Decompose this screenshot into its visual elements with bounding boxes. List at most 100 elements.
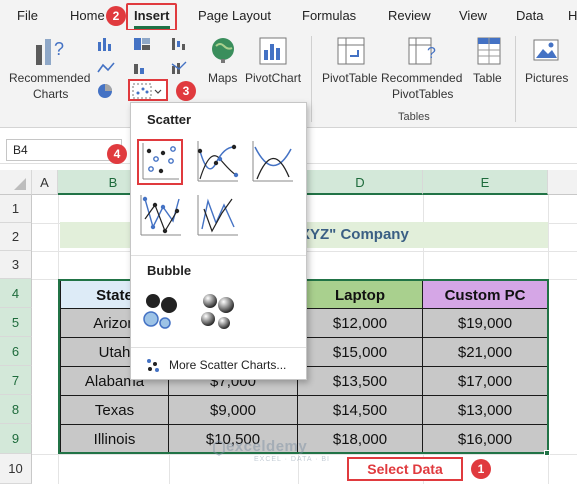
ribbon-tab-bar: File Home Insert Page Layout Formulas Re… <box>0 0 577 31</box>
tab-data[interactable]: Data <box>516 8 543 23</box>
svg-text:?: ? <box>427 45 436 62</box>
watermark: exceldemy <box>226 438 308 455</box>
tab-help[interactable]: He <box>568 8 577 23</box>
select-all-triangle-icon <box>14 178 26 190</box>
table-icon[interactable] <box>476 36 502 66</box>
scatter-markers-icon <box>142 143 179 180</box>
recommended-charts-label-2: Charts <box>33 87 69 101</box>
tab-view[interactable]: View <box>459 8 487 23</box>
tab-file[interactable]: File <box>17 8 38 23</box>
scatter-straight-lines-option[interactable] <box>194 193 240 239</box>
column-header-d[interactable]: D <box>298 170 423 195</box>
cell-custom-pc[interactable]: $17,000 <box>423 367 548 396</box>
cell-laptop[interactable]: $18,000 <box>298 425 423 454</box>
3d-bubble-option[interactable] <box>194 287 240 333</box>
select-all-corner[interactable] <box>0 170 32 195</box>
ribbon-separator-2 <box>515 36 516 122</box>
cell-custom-pc[interactable]: $21,000 <box>423 338 548 367</box>
more-scatter-charts-icon <box>147 359 159 372</box>
scatter-chart-icon <box>132 83 162 99</box>
row-header-6[interactable]: 6 <box>0 337 32 366</box>
maps-label: Maps <box>208 71 238 85</box>
tables-group-label: Tables <box>398 111 430 123</box>
cell-tablet[interactable]: $9,000 <box>169 396 298 425</box>
cell-laptop[interactable]: $15,000 <box>298 338 423 367</box>
scatter-markers-only-option[interactable] <box>137 139 183 185</box>
cell-laptop[interactable]: $12,000 <box>298 309 423 338</box>
fill-handle[interactable] <box>544 450 550 456</box>
row-header-8[interactable]: 8 <box>0 395 32 424</box>
header-custom-pc[interactable]: Custom PC <box>423 280 548 309</box>
exceldemy-logo-icon <box>213 440 225 456</box>
statistic-chart-icon[interactable] <box>132 60 156 76</box>
column-header-a[interactable]: A <box>32 170 58 195</box>
scatter-smooth-lines-option[interactable] <box>249 139 295 185</box>
active-tab-underline <box>134 26 170 29</box>
recommended-pivottables-label-1: Recommended <box>381 71 463 85</box>
row-header-5[interactable]: 5 <box>0 308 32 337</box>
tab-insert[interactable]: Insert <box>134 8 169 23</box>
tab-page-layout[interactable]: Page Layout <box>198 8 271 23</box>
cell-state[interactable]: Illinois <box>60 425 169 454</box>
combo-chart-icon[interactable] <box>170 60 194 76</box>
recommended-pivottables-label-2: PivotTables <box>392 87 454 101</box>
scatter-chart-dropdown: Scatter Bubble More Scatter Charts... <box>130 102 307 380</box>
watermark-tagline: EXCEL · DATA · BI <box>254 456 330 463</box>
cell-state[interactable]: Texas <box>60 396 169 425</box>
step-1-badge: 1 <box>471 459 491 479</box>
tab-formulas[interactable]: Formulas <box>302 8 356 23</box>
column-chart-icon[interactable] <box>96 36 116 52</box>
scatter-chart-button[interactable] <box>128 79 168 101</box>
row-header-9[interactable]: 9 <box>0 424 32 454</box>
header-laptop[interactable]: Laptop <box>298 280 423 309</box>
bubble-section-heading: Bubble <box>147 263 192 278</box>
row-header-10[interactable]: 10 <box>0 454 32 484</box>
row-header-4[interactable]: 4 <box>0 279 32 308</box>
pictures-icon[interactable] <box>532 36 560 64</box>
hierarchy-chart-icon[interactable] <box>132 36 156 52</box>
cell-custom-pc[interactable]: $13,000 <box>423 396 548 425</box>
cell-laptop[interactable]: $13,500 <box>298 367 423 396</box>
line-chart-icon[interactable] <box>96 60 120 76</box>
cell-custom-pc[interactable]: $19,000 <box>423 309 548 338</box>
scatter-smooth-lines-icon <box>252 141 293 182</box>
gridline <box>58 195 59 484</box>
step-3-badge: 3 <box>176 81 196 101</box>
waterfall-chart-icon[interactable] <box>170 36 194 52</box>
row-header-7[interactable]: 7 <box>0 366 32 395</box>
table-label: Table <box>473 71 502 85</box>
pictures-label: Pictures <box>525 71 569 85</box>
pivotchart-label: PivotChart <box>245 71 302 85</box>
divider <box>131 255 306 256</box>
cell-custom-pc[interactable]: $16,000 <box>423 425 548 454</box>
scatter-straight-lines-markers-option[interactable] <box>137 193 183 239</box>
row-header-2[interactable]: 2 <box>0 223 32 251</box>
3d-bubble-chart-icon <box>201 294 234 329</box>
scatter-smooth-markers-icon <box>197 141 239 182</box>
recommended-pivottables-icon[interactable]: ? <box>407 36 439 66</box>
pie-chart-icon[interactable] <box>96 82 116 100</box>
pivottable-icon[interactable] <box>336 36 366 66</box>
scatter-section-heading: Scatter <box>147 112 192 127</box>
pivotchart-icon[interactable] <box>258 36 288 66</box>
maps-icon[interactable] <box>210 36 236 64</box>
tab-home[interactable]: Home <box>70 8 105 23</box>
name-box[interactable]: B4 <box>6 139 122 161</box>
recommended-charts-icon[interactable]: ? <box>33 35 67 69</box>
more-scatter-charts-link[interactable]: More Scatter Charts... <box>169 358 286 372</box>
divider <box>131 347 306 348</box>
recommended-charts-label-1: Recommended <box>9 71 91 85</box>
column-header-f[interactable] <box>548 170 577 195</box>
step-4-badge: 4 <box>107 144 127 164</box>
scatter-straight-lines-icon <box>197 195 238 236</box>
gridline <box>548 195 549 484</box>
ribbon-separator <box>311 36 312 122</box>
tab-review[interactable]: Review <box>388 8 431 23</box>
row-header-3[interactable]: 3 <box>0 251 32 279</box>
column-header-e[interactable]: E <box>423 170 548 195</box>
row-header-1[interactable]: 1 <box>0 195 32 223</box>
pivottable-label: PivotTable <box>322 71 378 85</box>
bubble-option[interactable] <box>137 287 183 333</box>
cell-laptop[interactable]: $14,500 <box>298 396 423 425</box>
scatter-smooth-lines-markers-option[interactable] <box>194 139 240 185</box>
